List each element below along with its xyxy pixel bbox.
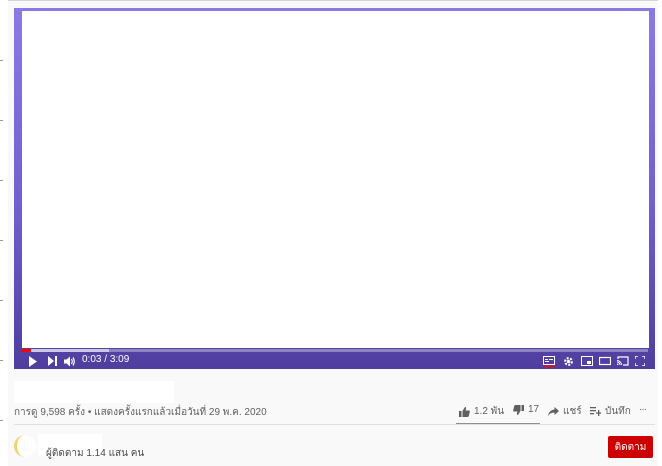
premiere-date: แสดงครั้งแรกแล้วเมื่อวันที่ 29 พ.ค. 2020 (94, 407, 267, 418)
progress-buffer (21, 349, 109, 352)
fullscreen-icon (635, 356, 645, 366)
edge-tick (0, 420, 3, 421)
theater-icon (599, 356, 611, 366)
subscribe-button[interactable]: ติดตาม (608, 436, 653, 458)
edge-tick (0, 240, 3, 241)
more-icon: ··· (639, 404, 647, 415)
window-left-edge (0, 0, 8, 466)
cast-icon (617, 356, 629, 366)
edge-tick (0, 120, 3, 121)
time-separator: / (101, 354, 110, 365)
volume-icon (64, 356, 75, 366)
section-divider (14, 424, 655, 425)
window-top-border (8, 0, 658, 1)
settings-icon (564, 356, 573, 366)
player-controls: 0:03 / 3:09 (14, 353, 655, 369)
miniplayer-button[interactable] (581, 355, 593, 367)
theater-button[interactable] (599, 355, 611, 367)
share-label: แชร์ (563, 406, 582, 417)
time-total: 3:09 (109, 354, 130, 365)
view-info: การดู 9,598 ครั้ง • แสดงครั้งแรกแล้วเมื่… (14, 405, 267, 420)
channel-avatar[interactable] (14, 435, 36, 457)
share-icon (548, 407, 559, 416)
progress-played (21, 349, 32, 352)
edge-tick (0, 300, 3, 301)
volume-button[interactable] (64, 355, 76, 367)
info-separator: • (85, 407, 95, 418)
edge-tick (0, 60, 3, 61)
next-icon (48, 356, 57, 366)
subtitles-icon (543, 355, 555, 367)
edge-tick (0, 360, 3, 361)
video-title-box (14, 381, 174, 403)
more-button[interactable]: ··· (639, 404, 647, 415)
time-display: 0:03 / 3:09 (82, 354, 129, 365)
play-button[interactable] (28, 355, 38, 367)
play-icon (29, 355, 37, 367)
dislike-icon (513, 404, 524, 415)
save-icon (590, 407, 601, 416)
subscriber-count: ผู้ติดตาม 1.14 แสน คน (46, 448, 145, 459)
save-label: บันทึก (605, 406, 631, 417)
like-icon (459, 406, 470, 417)
view-count: การดู 9,598 ครั้ง (14, 407, 86, 418)
video-player[interactable]: 0:03 / 3:09 (14, 8, 655, 369)
dislike-count: 17 (528, 404, 540, 415)
miniplayer-icon (581, 356, 593, 366)
next-button[interactable] (48, 355, 58, 367)
share-button[interactable]: แชร์ (548, 404, 582, 419)
video-canvas[interactable] (22, 11, 649, 348)
subtitles-button[interactable] (543, 355, 555, 367)
cast-button[interactable] (617, 355, 629, 367)
save-button[interactable]: บันทึก (590, 404, 631, 419)
dislike-button[interactable]: 17 (513, 404, 539, 415)
like-count: 1.2 พัน (474, 406, 505, 417)
like-button[interactable]: 1.2 พัน (459, 404, 504, 419)
progress-bar[interactable] (21, 349, 648, 352)
time-current: 0:03 (82, 354, 102, 365)
edge-tick (0, 180, 3, 181)
settings-button[interactable] (563, 355, 574, 367)
fullscreen-button[interactable] (635, 355, 645, 367)
